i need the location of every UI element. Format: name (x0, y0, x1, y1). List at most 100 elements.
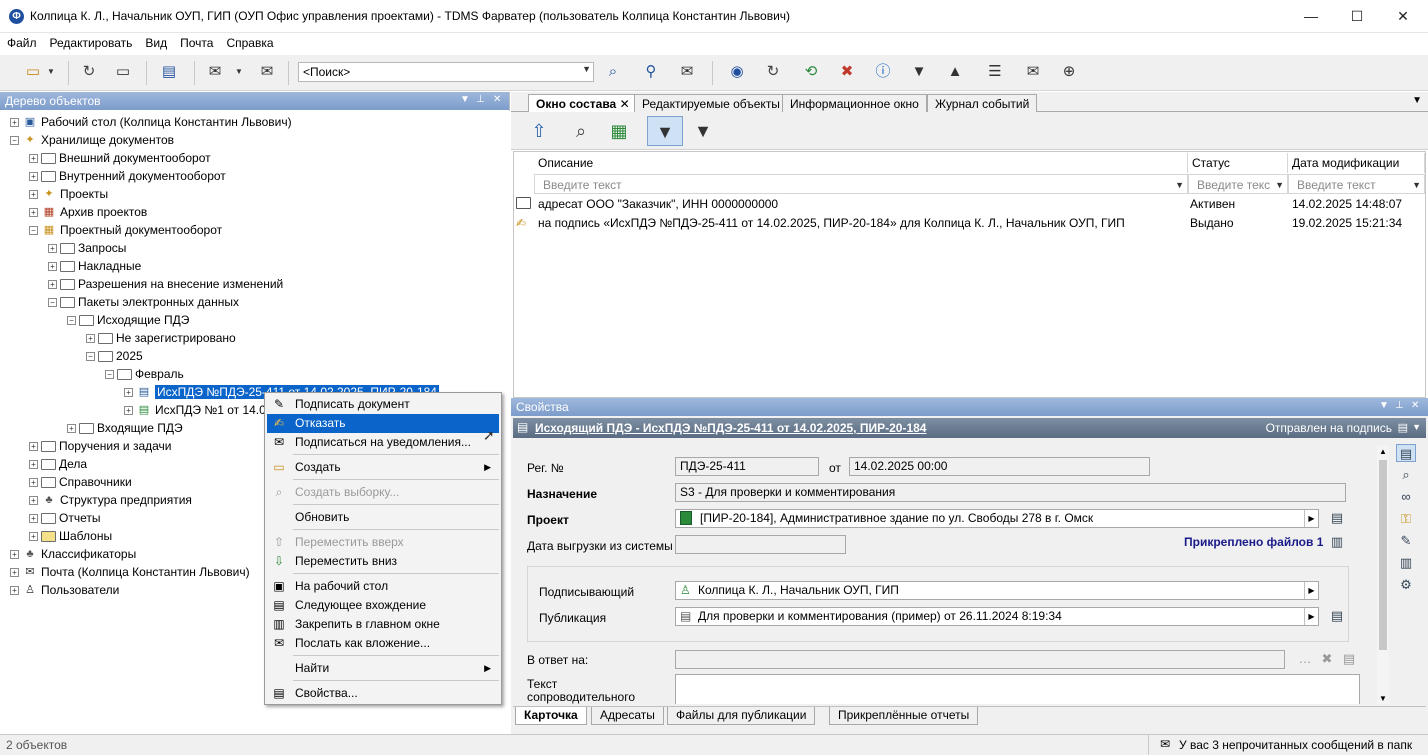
menu-create[interactable]: ▭ Создать ▶ (267, 458, 499, 477)
tree-node[interactable]: + ♙ Пользователи (10, 581, 119, 599)
expand-icon[interactable]: + (29, 478, 38, 488)
chevron-right-icon[interactable]: ▶ (1304, 608, 1318, 625)
column-header-date[interactable]: Дата модификации (1288, 153, 1425, 173)
table-row[interactable]: адресат ООО "Заказчик", ИНН 0000000000 А… (516, 195, 1424, 214)
delete-icon[interactable]: ✖ (834, 60, 860, 84)
menu-help[interactable]: Справка (219, 33, 279, 50)
menu-mail[interactable]: Почта (173, 33, 219, 50)
scroll-thumb[interactable] (1379, 460, 1387, 650)
expand-icon[interactable]: + (29, 154, 38, 164)
tab-recipients[interactable]: Адресаты (591, 707, 664, 725)
reg-number-field[interactable]: ПДЭ-25-411 (675, 457, 819, 476)
book-icon[interactable]: ▥ (1396, 554, 1416, 572)
tree-node[interactable]: + Не зарегистрировано (86, 329, 236, 347)
reg-date-field[interactable]: 14.02.2025 00:00 (849, 457, 1150, 476)
menu-reject[interactable]: ✍ Отказать (267, 414, 499, 433)
menu-edit[interactable]: Редактировать (43, 33, 139, 50)
filter-status[interactable]: Введите текс ▼ (1188, 174, 1288, 194)
tree-node[interactable]: + Внешний документооборот (29, 149, 211, 167)
tree-node[interactable]: + Входящие ПДЭ (67, 419, 183, 437)
mail-forward-icon[interactable]: ✉ (254, 60, 280, 84)
menu-properties[interactable]: ▤ Свойства... (267, 684, 499, 703)
cover-letter-field[interactable] (675, 674, 1360, 704)
mail-inbox-icon[interactable]: ✉ (1020, 60, 1046, 84)
collapse-icon[interactable]: − (105, 370, 114, 380)
search-input[interactable]: <Поиск> ▼ (298, 62, 594, 82)
menu-file[interactable]: Файл (0, 33, 43, 50)
filter-icon[interactable]: ▼ (647, 116, 683, 146)
expand-icon[interactable]: + (124, 388, 133, 398)
column-header-description[interactable]: Описание (534, 153, 1188, 173)
expand-icon[interactable]: + (29, 532, 38, 542)
tabs-dropdown-icon[interactable]: ▼ (1412, 95, 1422, 106)
tree-node[interactable]: −2025 (86, 347, 143, 365)
menu-subscribe[interactable]: ✉ Подписаться на уведомления... (267, 433, 499, 452)
tab-event-log[interactable]: Журнал событий (927, 94, 1038, 112)
chevron-down-icon[interactable]: ▼ (1275, 175, 1284, 193)
card-scrollbar[interactable]: ▲ ▼ (1377, 446, 1389, 704)
publication-tree-icon[interactable]: ▤ (1327, 607, 1347, 625)
collapse-icon[interactable]: − (86, 352, 95, 362)
project-field[interactable]: [ПИР-20-184], Административное здание по… (675, 509, 1319, 528)
tab-edited-objects[interactable]: Редактируемые объекты (634, 94, 788, 112)
tab-close-icon[interactable]: ✕ (620, 97, 630, 111)
filter-description[interactable]: Введите текст ▼ (534, 174, 1188, 194)
find-in-composition-icon[interactable]: ⌕ (565, 116, 597, 146)
tree-node[interactable]: − Исходящие ПДЭ (67, 311, 189, 329)
tree-node[interactable]: + Поручения и задачи (29, 437, 172, 455)
tree-node[interactable]: + ▤ ИсхПДЭ №1 от 14.0 (124, 401, 266, 419)
chevron-down-icon[interactable]: ▼ (1412, 422, 1421, 432)
pin-icon[interactable]: ⊥ (1395, 400, 1404, 411)
properties-icon[interactable]: ▤ (156, 60, 182, 84)
menu-refresh[interactable]: Обновить (267, 508, 499, 527)
export-date-field[interactable] (675, 535, 846, 554)
tree-node[interactable]: + Дела (29, 455, 87, 473)
globe-icon[interactable]: ⊕ (1056, 60, 1082, 84)
maximize-button[interactable]: ☐ (1334, 0, 1380, 32)
tree-node[interactable]: + Справочники (29, 473, 132, 491)
user-sync-icon[interactable]: ⟲ (798, 60, 824, 84)
collapse-icon[interactable]: − (48, 298, 57, 308)
tree-node[interactable]: + ♣ Структура предприятия (29, 491, 192, 509)
expand-icon[interactable]: + (10, 568, 19, 578)
collapse-icon[interactable]: − (10, 136, 19, 146)
card-view-icon[interactable]: ▤ (1396, 444, 1416, 462)
tree-node[interactable]: + ▦ Архив проектов (29, 203, 147, 221)
excel-export-icon[interactable]: ▦ (603, 116, 635, 146)
expand-icon[interactable]: + (67, 424, 76, 434)
menu-next-occurrence[interactable]: ▤ Следующее вхождение (267, 596, 499, 615)
expand-icon[interactable]: + (48, 244, 57, 254)
menu-view[interactable]: Вид (138, 33, 173, 50)
object-header-link[interactable]: Исходящий ПДЭ - ИсхПДЭ №ПДЭ-25-411 от 14… (535, 421, 926, 435)
search-mail-icon[interactable]: ✉ (674, 60, 700, 84)
chevron-right-icon[interactable]: ▶ (1304, 582, 1318, 599)
expand-icon[interactable]: + (29, 172, 38, 182)
menu-find[interactable]: Найти ▶ (267, 659, 499, 678)
tdms-logo-icon[interactable]: ◉ (724, 60, 750, 84)
panel-close-icon[interactable]: ✕ (493, 94, 501, 105)
panel-close-icon[interactable]: ✕ (1411, 400, 1419, 411)
tree-node[interactable]: + Запросы (48, 239, 126, 257)
settings-icon[interactable]: ⚙ (1396, 576, 1416, 594)
tree-node[interactable]: − Пакеты электронных данных (48, 293, 239, 311)
bookmark-down-icon[interactable]: ▼ (906, 60, 932, 84)
unread-messages-link[interactable]: У вас 3 непрочитанных сообщений в папк (1179, 738, 1412, 752)
close-button[interactable]: ✕ (1380, 0, 1426, 32)
expand-icon[interactable]: + (29, 208, 38, 218)
link-icon[interactable]: ∞ (1396, 488, 1416, 506)
window-icon[interactable]: ▭ (110, 60, 136, 84)
filter-settings-icon[interactable]: ▼ (687, 116, 719, 146)
column-header-status[interactable]: Статус (1188, 153, 1288, 173)
chevron-down-icon[interactable]: ▼ (1412, 175, 1421, 193)
attached-files-link[interactable]: Прикреплено файлов 1 (1184, 535, 1323, 549)
expand-icon[interactable]: + (29, 190, 38, 200)
menu-move-down[interactable]: ⇩ Переместить вниз (267, 552, 499, 571)
expand-icon[interactable]: + (86, 334, 95, 344)
expand-icon[interactable]: + (48, 280, 57, 290)
tree-node[interactable]: + Отчеты (29, 509, 100, 527)
edit-icon[interactable]: ✎ (1396, 532, 1416, 550)
search-docs-icon[interactable]: ⌕ (600, 60, 626, 84)
expand-icon[interactable]: + (10, 586, 19, 596)
menu-pin-main[interactable]: ▥ Закрепить в главном окне (267, 615, 499, 634)
tab-info-window[interactable]: Информационное окно (782, 94, 927, 112)
